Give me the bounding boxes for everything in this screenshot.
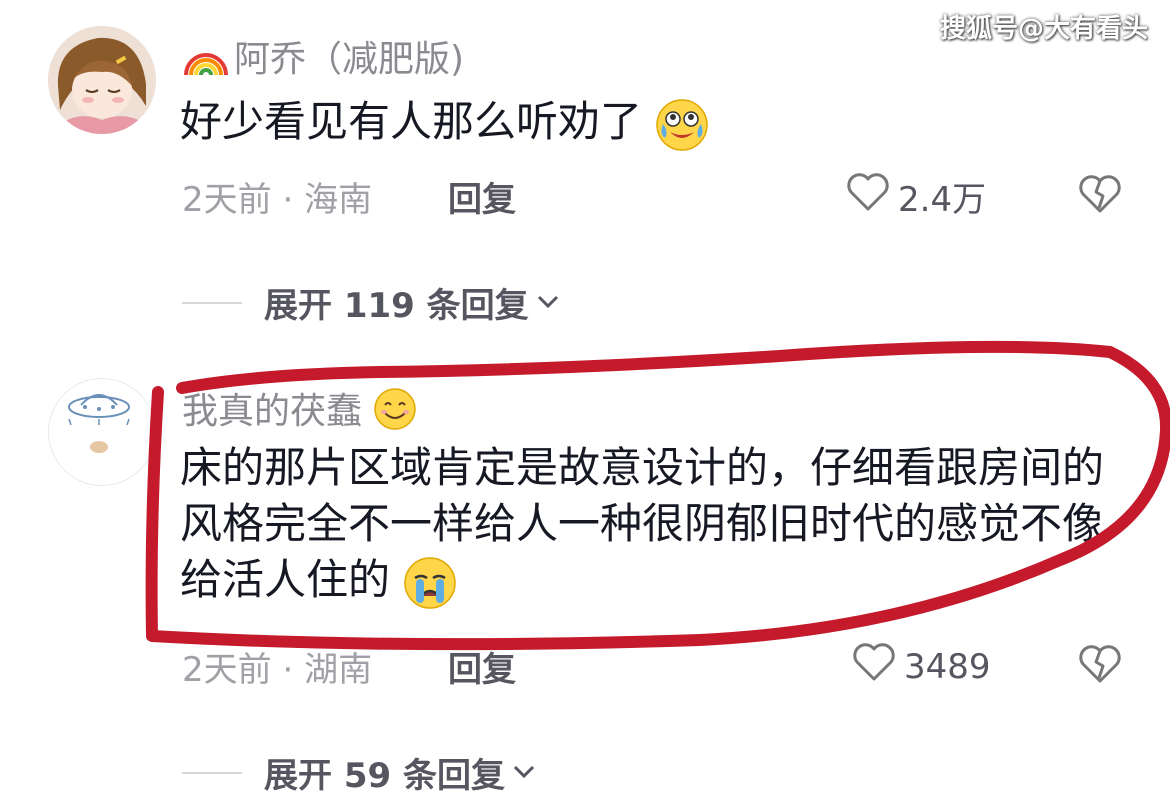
expand-replies[interactable]: 展开 59 条回复 [182,748,537,797]
watermark: 搜狐号@大有看头 [939,14,1148,44]
username[interactable]: 我真的茯蠢 [182,382,421,440]
crying-emoji-icon [403,556,457,610]
comment-location: 湖南 [304,650,373,690]
tearful-laugh-emoji-icon [655,98,709,152]
like-button[interactable]: 3489 [852,642,991,691]
comment-location: 海南 [304,180,373,220]
comment-time: 2天前 [182,180,272,220]
chevron-down-icon [511,761,537,785]
comment-text-body: 床的那片区域肯定是故意设计的，仔细看跟房间的风格完全不一样给人一种很阴郁旧时代的… [180,443,1105,604]
username-text: 阿乔（减肥版) [234,39,465,80]
reply-button[interactable]: 回复 [448,172,516,221]
comment-text: 好少看见有人那么听劝了 [180,94,1120,152]
comment-meta: 2天前 · 海南 [182,172,372,221]
chevron-down-icon [535,291,561,315]
heart-icon [846,172,890,221]
like-count: 3489 [904,646,991,687]
username-text: 我真的茯蠢 [182,391,363,432]
meta-separator: · [282,650,294,690]
comment-text: 床的那片区域肯定是故意设计的，仔细看跟房间的风格完全不一样给人一种很阴郁旧时代的… [180,440,1120,610]
meta-separator: · [282,180,294,220]
broken-heart-icon[interactable] [1078,174,1122,218]
like-button[interactable]: 2.4万 [846,172,986,221]
divider-line [182,771,242,774]
rainbow-icon [182,35,230,88]
broken-heart-icon[interactable] [1078,644,1122,688]
like-count: 2.4万 [898,180,987,220]
divider-line [182,301,242,304]
expand-replies[interactable]: 展开 119 条回复 [182,278,561,327]
comment-meta: 2天前 · 湖南 [182,642,372,691]
heart-icon [852,642,896,691]
expand-replies-label: 展开 119 条回复 [264,286,529,326]
username[interactable]: 阿乔（减肥版) [182,30,464,88]
comment-text-body: 好少看见有人那么听劝了 [180,97,643,146]
user-avatar[interactable] [48,26,156,134]
expand-replies-label: 展开 59 条回复 [264,756,505,796]
comment-time: 2天前 [182,650,272,690]
user-avatar[interactable] [48,378,156,486]
reply-button[interactable]: 回复 [448,642,516,691]
smile-emoji-icon [373,387,417,440]
